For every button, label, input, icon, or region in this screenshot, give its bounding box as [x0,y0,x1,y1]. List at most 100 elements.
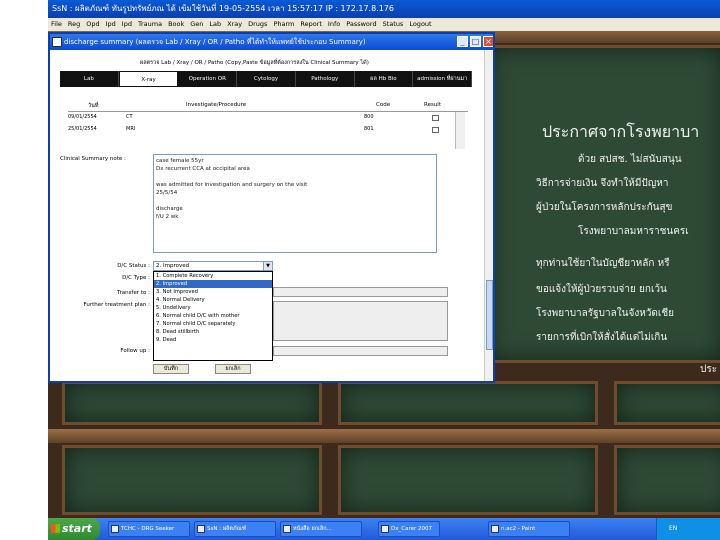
col-code: Code [376,102,391,108]
table-row[interactable]: 09/01/2554 CT 800 [68,114,468,124]
menu-item[interactable]: Status [380,18,407,31]
menu-item[interactable]: Gen [187,18,206,31]
chalkboard-panel-bottom-right [614,445,720,515]
col-date: วันที่ [88,103,99,109]
result-checkbox[interactable] [432,115,439,121]
result-checkbox[interactable] [432,127,439,133]
result-tabs: Lab X-ray Operation OR Cytology Pathology ผล … [60,71,473,87]
dialog-title: discharge summary (ผลตรวจ Lab / Xray / O… [64,38,366,46]
procedure-table-header: วันที่ Investigate/Procedure Code Result [68,102,468,111]
col-investigate: Investigate/Procedure [186,102,247,108]
tab-item[interactable]: admission ที่ผ่านมา [413,71,473,87]
menu-item[interactable]: Password [343,18,379,31]
minimize-icon[interactable]: _ [457,36,468,47]
menu-item[interactable]: Drugs [245,18,270,31]
menu-item[interactable]: Book [165,18,187,31]
dropdown-option[interactable]: 2. Improved [154,280,272,288]
dropdown-option[interactable]: 5. Undelivery [154,304,272,312]
announcement-line: ด้วย สปสช. ไม่สนับสนุน [578,154,682,165]
announcement-heading: ประกาศจากโรงพยาบา [542,122,700,141]
row-code: 800 [364,114,374,120]
menu-item[interactable]: Reg [65,18,83,31]
dialog-title-bar: discharge summary (ผลตรวจ Lab / Xray / O… [50,34,493,50]
further-plan-textarea[interactable] [273,301,448,341]
taskbar-item[interactable]: TCHC - DRG Seeker [108,521,190,537]
desktop-screen: SsN : ผลิตภัณฑ์ ทันรูปทรัพย์ภณ ได้ เข้มใ… [48,0,720,540]
announcement-line: โรงพยาบาลมหาราชนครเ [578,226,689,237]
window-icon [283,525,291,533]
dropdown-option[interactable]: 4. Normal Delivery [154,296,272,304]
system-tray: EN [656,518,720,540]
note-line [156,173,434,181]
menu-item[interactable]: Pharm [270,18,297,31]
tab-item[interactable]: X-ray [118,71,179,87]
transfer-label: Transfer to : [117,290,150,296]
dc-status-value: 2. Improved [156,263,190,269]
menu-item[interactable]: Logout [406,18,434,31]
menu-item[interactable]: File [48,18,65,31]
procedure-table: 09/01/2554 CT 800 25/01/2554 MRI 801 [68,111,468,149]
menu-item[interactable]: Lab [206,18,224,31]
dropdown-option[interactable]: 1. Complete Recovery [154,272,272,280]
row-investigate: CT [126,114,133,120]
menu-item[interactable]: Ipd [119,18,135,31]
menu-item[interactable]: Trauma [135,18,165,31]
announcement-line: รายการที่เบิกให้สั่งได้แต่ไม่เกิน [536,332,668,343]
announcement-line: ทุกท่านใช้ยาในบัญชียาหลัก หรื [536,258,670,269]
start-label: start [62,522,92,535]
dropdown-option[interactable]: 9. Dead [154,336,272,344]
dropdown-option[interactable]: 8. Dead stillbirth [154,328,272,336]
dc-status-label: D/C Status : [117,263,150,269]
start-button[interactable]: start [48,518,100,540]
menu-item[interactable]: Xray [224,18,245,31]
maximize-icon[interactable]: □ [470,36,481,47]
save-button[interactable]: บันทึก [153,364,189,374]
note-line: 25/5/54 [156,190,178,196]
taskbar-item[interactable]: Dx_Carer 2007 [378,521,440,537]
taskbar-item[interactable]: n.ac2 - Paint [488,521,570,537]
tab-item[interactable]: Pathology [296,71,355,87]
note-line: discharge [156,206,183,212]
note-line: was admitted for investigation and surge… [156,182,308,188]
dropdown-option[interactable]: 3. Not Improved [154,288,272,296]
dropdown-option[interactable]: 7. Normal child D/C separately [154,320,272,328]
row-code: 801 [364,126,374,132]
menu-item[interactable]: Info [325,18,343,31]
chalkboard-panel-bottom-left [62,445,322,515]
app-menu-bar: File Reg Opd Ipd Ipd Trauma Book Gen Lab Xray Drug… [48,18,720,31]
results-header: ผลตรวจ Lab / Xray / OR / Patho (Copy,Pas… [140,60,369,66]
dc-status-select[interactable]: 2. Improved ▼ [153,261,273,271]
dropdown-option[interactable]: 6. Normal child D/C with mother [154,312,272,320]
language-indicator[interactable]: EN [669,518,677,540]
menu-item[interactable]: Report [297,18,325,31]
procedure-scrollbar[interactable] [455,112,465,149]
taskbar-item[interactable]: SsN : ผลิตภัณฑ์ [194,521,276,537]
menu-item[interactable]: Opd [83,18,102,31]
table-row[interactable]: 25/01/2554 MRI 801 [68,126,468,136]
transfer-field[interactable] [273,287,448,297]
menu-item[interactable]: Ipd [103,18,119,31]
announcement-line: โรงพยาบาลรัฐบาลในจังหวัดเชีย [536,308,674,319]
dialog-scrollbar[interactable] [484,50,493,381]
dc-type-label: D/C Type : [122,275,150,281]
chevron-down-icon[interactable]: ▼ [263,262,272,270]
chalkboard-panel-lower-right [614,381,720,425]
chalkboard-panel-lower-left [62,381,322,425]
clinical-summary-textarea[interactable]: case female 55yr Dx recurrent CCA at occi… [153,154,437,253]
scrollbar-thumb[interactable] [486,280,493,350]
note-line: case female 55yr [156,158,204,164]
follow-up-field[interactable] [273,346,448,356]
taskbar-item[interactable]: หนังสือ ยกเลิก... [280,521,362,537]
tab-item[interactable]: Lab [60,71,119,87]
chalkboard-panel-lower-mid [338,381,598,425]
tab-item[interactable]: Operation OR [178,71,238,87]
dialog-body: ผลตรวจ Lab / Xray / OR / Patho (Copy,Pas… [50,50,493,381]
paint-icon [491,525,499,533]
tab-item[interactable]: Cytology [237,71,296,87]
close-icon[interactable]: × [483,36,493,47]
cancel-button[interactable]: ยกเลิก [215,364,251,374]
tab-item[interactable]: ผล Hb Bio [355,71,414,87]
windows-logo-icon [51,524,60,533]
announcement-line: ขอแจ้งให้ผู้ป่วยรวบจ่าย ยกเว้น [536,284,667,295]
row-investigate: MRI [126,126,136,132]
